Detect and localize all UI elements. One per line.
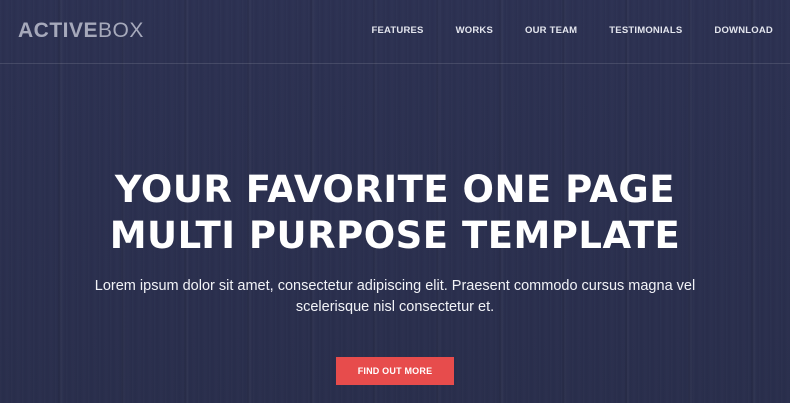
logo-bold-text: ACTIVE bbox=[18, 19, 99, 42]
hero-subtitle: Lorem ipsum dolor sit amet, consectetur … bbox=[94, 278, 696, 315]
find-out-more-button[interactable]: FIND OUT MORE bbox=[336, 357, 454, 385]
hero-headline-line-1: YOUR FAVORITE ONE PAGE bbox=[114, 168, 676, 211]
top-navbar: ACTIVEBOX FEATURES WORKS OUR TEAM TESTIM… bbox=[0, 0, 790, 64]
nav-link-works[interactable]: WORKS bbox=[456, 25, 493, 37]
main-nav: FEATURES WORKS OUR TEAM TESTIMONIALS DOW… bbox=[340, 25, 774, 37]
nav-link-features[interactable]: FEATURES bbox=[372, 25, 424, 37]
hero-headline-line-2: MULTI PURPOSE TEMPLATE bbox=[109, 214, 681, 257]
logo-light-text: BOX bbox=[98, 19, 144, 42]
nav-link-download[interactable]: DOWNLOAD bbox=[714, 25, 773, 37]
site-logo[interactable]: ACTIVEBOX bbox=[18, 19, 144, 43]
hero-section: ACTIVEBOX FEATURES WORKS OUR TEAM TESTIM… bbox=[0, 0, 790, 403]
hero-headline: YOUR FAVORITE ONE PAGE MULTI PURPOSE TEM… bbox=[0, 167, 790, 259]
nav-link-testimonials[interactable]: TESTIMONIALS bbox=[609, 25, 682, 37]
nav-link-our-team[interactable]: OUR TEAM bbox=[525, 25, 577, 37]
